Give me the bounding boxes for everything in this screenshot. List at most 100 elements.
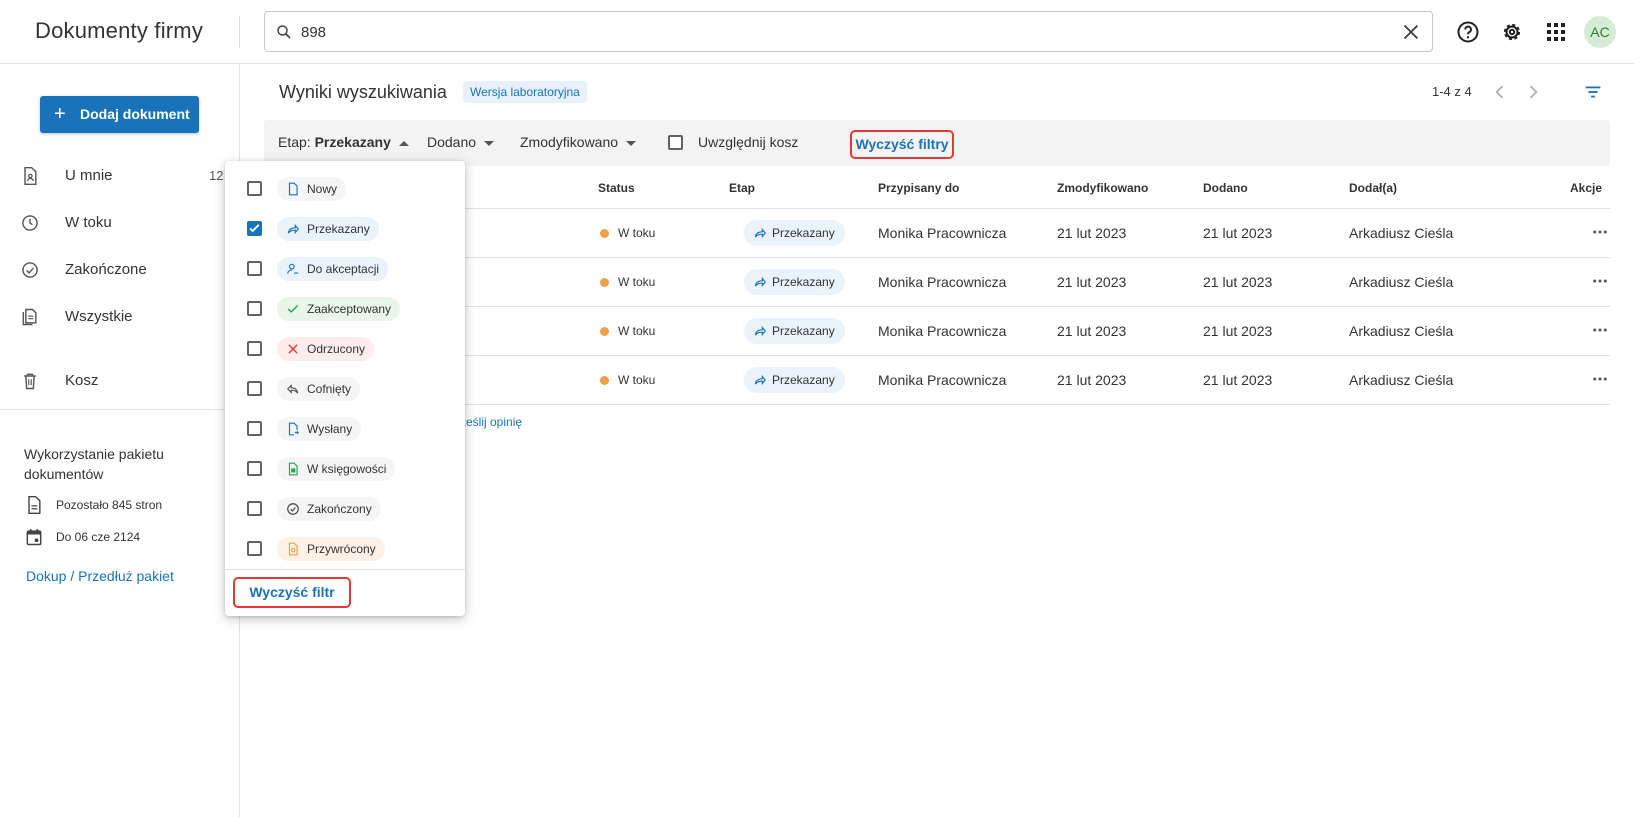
extend-package-link[interactable]: Dokup / Przedłuż pakiet — [26, 568, 174, 584]
stage-option-w-ksiegowosci[interactable]: W księgowości — [225, 449, 465, 489]
stage-pill: Wysłany — [277, 417, 362, 441]
sidebar-item-u-mnie[interactable]: U mnie 12 — [0, 156, 240, 196]
more-horizontal-icon[interactable] — [1591, 223, 1609, 241]
count-badge: 12 — [209, 168, 224, 183]
sidebar-item-label: U mnie — [65, 167, 113, 184]
check-icon — [249, 224, 260, 233]
stage-option-zaakceptowany[interactable]: Zaakceptowany — [225, 289, 465, 329]
sidebar-item-label: W toku — [65, 214, 112, 231]
search-input[interactable] — [301, 20, 1381, 44]
check-circle-icon — [22, 262, 38, 278]
filter-icon[interactable] — [1582, 81, 1604, 103]
sidebar-item-label: Wszystkie — [65, 308, 133, 325]
divider — [239, 16, 240, 48]
chevron-right-icon[interactable] — [1523, 82, 1543, 102]
status-text: W toku — [618, 373, 656, 387]
column-header[interactable]: Dodał(a) — [1349, 181, 1397, 195]
add-document-button[interactable]: + Dodaj dokument — [40, 96, 199, 133]
checkbox[interactable] — [247, 421, 262, 436]
column-header: Akcje — [1570, 181, 1603, 195]
forward-icon — [287, 223, 300, 235]
doc-person-icon — [24, 166, 37, 186]
more-horizontal-icon[interactable] — [1591, 321, 1609, 339]
close-icon[interactable] — [1400, 21, 1422, 43]
added-date: 21 lut 2023 — [1203, 372, 1273, 388]
checkbox[interactable] — [247, 261, 262, 276]
sidebar-item-wszystkie[interactable]: Wszystkie — [0, 297, 240, 337]
modified-filter[interactable]: Zmodyfikowano — [520, 134, 637, 150]
include-trash-label[interactable]: Uwzględnij kosz — [698, 134, 798, 150]
checkbox[interactable] — [247, 501, 262, 516]
checkbox[interactable] — [247, 181, 262, 196]
gear-icon[interactable] — [1500, 20, 1524, 44]
usage-title: Wykorzystanie pakietu dokumentów — [24, 446, 164, 482]
clear-filters-button[interactable]: Wyczyść filtry — [850, 130, 954, 159]
clear-filter-button[interactable]: Wyczyść filtr — [233, 577, 351, 608]
stage-option-wyslany[interactable]: Wysłany — [225, 409, 465, 449]
sidebar: + Dodaj dokument U mnie 12 W toku Zakońc… — [0, 64, 240, 817]
stage-option-odrzucony[interactable]: Odrzucony — [225, 329, 465, 369]
chevron-left-icon[interactable] — [1490, 82, 1510, 102]
status-dot — [600, 376, 609, 385]
checkbox[interactable] — [247, 541, 262, 556]
table-row[interactable]: W toku Przekazany Monika Pracownicza 21 … — [264, 209, 1610, 258]
assignee: Monika Pracownicza — [878, 225, 1007, 241]
column-header[interactable]: Zmodyfikowano — [1057, 181, 1148, 195]
stage-option-zakonczony[interactable]: Zakończony — [225, 489, 465, 529]
column-header[interactable]: Status — [598, 181, 635, 195]
help-icon[interactable] — [1456, 20, 1480, 44]
sidebar-item-w-toku[interactable]: W toku — [0, 203, 240, 243]
checkbox[interactable] — [247, 341, 262, 356]
added-by: Arkadiusz Cieśla — [1349, 274, 1454, 290]
caret-down-icon — [484, 140, 495, 146]
person-pending-icon — [287, 263, 299, 274]
checkbox[interactable] — [247, 381, 262, 396]
usage-remaining: Pozostało 845 stron — [24, 495, 234, 517]
stage-option-nowy[interactable]: Nowy — [225, 169, 465, 209]
forward-icon — [754, 325, 767, 337]
stage-filter[interactable]: Etap: Przekazany — [278, 134, 409, 150]
column-header[interactable]: Etap — [729, 181, 755, 195]
status-dot — [600, 278, 609, 287]
table-row[interactable]: W toku Przekazany Monika Pracownicza 21 … — [264, 356, 1610, 405]
divider — [225, 569, 465, 570]
include-trash-checkbox[interactable] — [668, 135, 683, 150]
stage-option-do-akceptacji[interactable]: Do akceptacji — [225, 249, 465, 289]
more-horizontal-icon[interactable] — [1591, 370, 1609, 388]
stage-option-przywrocony[interactable]: Przywrócony — [225, 529, 465, 569]
check-icon — [287, 305, 299, 313]
stage-option-przekazany[interactable]: Przekazany — [225, 209, 465, 249]
added-date: 21 lut 2023 — [1203, 225, 1273, 241]
checkbox-checked[interactable] — [247, 221, 262, 236]
trash-icon — [24, 373, 36, 390]
stage-pill: Odrzucony — [277, 337, 375, 361]
table-header: Status Etap Przypisany do Zmodyfikowano … — [264, 166, 1610, 209]
stage-option-cofniety[interactable]: Cofnięty — [225, 369, 465, 409]
column-header[interactable]: Dodano — [1203, 181, 1248, 195]
search-box[interactable] — [264, 11, 1433, 52]
table-row[interactable]: W toku Przekazany Monika Pracownicza 21 … — [264, 258, 1610, 307]
more-horizontal-icon[interactable] — [1591, 272, 1609, 290]
stage-pill: Cofnięty — [277, 377, 361, 401]
added-filter[interactable]: Dodano — [427, 134, 495, 150]
calendar-icon — [26, 529, 42, 546]
search-icon — [277, 25, 291, 39]
assignee: Monika Pracownicza — [878, 323, 1007, 339]
avatar[interactable]: AC — [1584, 16, 1616, 48]
feedback-link[interactable]: ześlij opinię — [460, 415, 522, 429]
apps-grid-icon[interactable] — [1544, 20, 1568, 44]
checkbox[interactable] — [247, 461, 262, 476]
new-doc-icon — [288, 182, 298, 196]
page-title: Wyniki wyszukiwania — [279, 82, 447, 102]
column-header[interactable]: Przypisany do — [878, 181, 959, 195]
checkbox[interactable] — [247, 301, 262, 316]
docs-icon — [22, 308, 37, 326]
stage-pill: Do akceptacji — [277, 257, 389, 281]
table-row[interactable]: W toku Przekazany Monika Pracownicza 21 … — [264, 307, 1610, 356]
stage-badge: Przekazany — [744, 318, 845, 344]
stage-badge: Przekazany — [744, 367, 845, 393]
top-bar: Dokumenty firmy AC — [0, 0, 1634, 64]
sidebar-item-zakonczone[interactable]: Zakończone — [0, 250, 240, 290]
sidebar-item-kosz[interactable]: Kosz — [0, 361, 240, 401]
undo-icon — [286, 384, 299, 394]
